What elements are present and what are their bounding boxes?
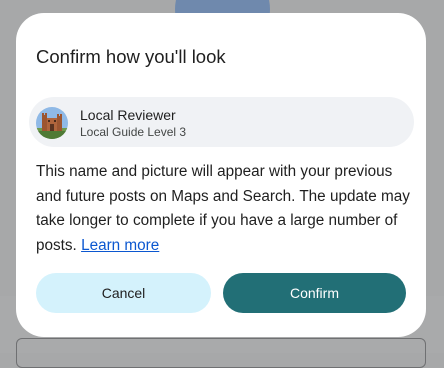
dialog-message: This name and picture will appear with y…: [36, 160, 411, 258]
dialog-title: Confirm how you'll look: [36, 46, 226, 67]
confirm-dialog: Confirm how you'll look Local Reviewer L…: [16, 13, 426, 337]
confirm-button[interactable]: Confirm: [223, 273, 406, 313]
castle-photo-icon: [36, 107, 68, 139]
profile-chip: Local Reviewer Local Guide Level 3: [29, 97, 414, 147]
background-input-field: [16, 338, 426, 368]
profile-name: Local Reviewer: [80, 107, 176, 123]
learn-more-link[interactable]: Learn more: [81, 237, 159, 254]
profile-avatar: [36, 107, 68, 139]
cancel-button[interactable]: Cancel: [36, 273, 211, 313]
profile-level: Local Guide Level 3: [80, 125, 187, 139]
